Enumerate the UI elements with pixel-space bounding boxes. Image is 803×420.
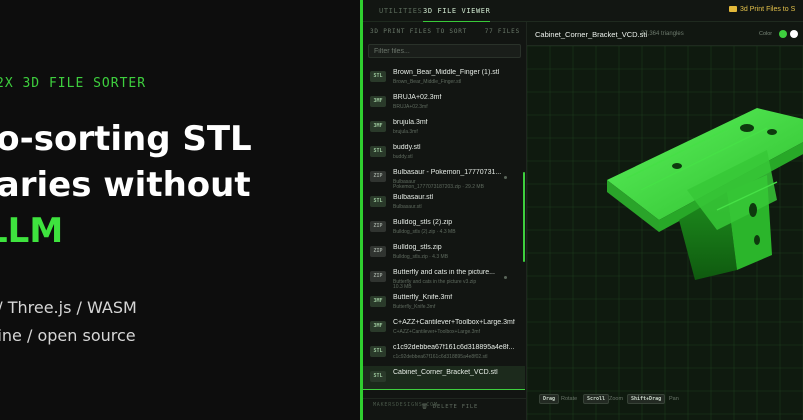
file-type-badge: 3MF: [370, 121, 386, 132]
headline-accent: LLM: [0, 208, 252, 254]
bracket-hole: [749, 203, 757, 217]
file-sidebar: 3D PRINT FILES TO SORT 77 FILES STL Brown…: [363, 22, 527, 420]
filter-input[interactable]: [368, 44, 521, 58]
scroll-key: Scroll: [583, 394, 610, 404]
file-subtitle: Butterfly_Knife.3mf: [393, 304, 436, 310]
file-name: buddy.stl: [393, 144, 421, 151]
file-type-badge: STL: [370, 71, 386, 82]
file-type-badge: STL: [370, 346, 386, 357]
color-swatch-green[interactable]: [779, 30, 787, 38]
file-list-item[interactable]: 3MF brujula.3mf brujula.3mf: [363, 116, 525, 140]
file-type-badge: 3MF: [370, 296, 386, 307]
bracket-hole: [767, 129, 777, 135]
file-name: Brown_Bear_Middle_Finger (1).stl: [393, 69, 500, 76]
file-count: 77 FILES: [484, 28, 520, 35]
file-list-item[interactable]: STL Bulbasaur.stl Bulbasaur.stl: [363, 191, 525, 215]
tech-line-2: ffline / open source: [0, 326, 136, 345]
file-type-badge: STL: [370, 146, 386, 157]
file-type-badge: 3MF: [370, 321, 386, 332]
file-type-badge: ZIP: [370, 171, 386, 182]
delete-label: DELETE FILE: [432, 404, 479, 410]
file-type-badge: STL: [370, 371, 386, 382]
headline-line-2: raries without: [0, 165, 251, 205]
hero-tech-stack: n / Three.js / WASM ffline / open source: [0, 294, 137, 350]
top-bar: UTILITIES 3D FILE VIEWER 3d Print Files …: [363, 0, 803, 23]
file-list-item[interactable]: 3MF C+AZZ+Cantilever+Toolbox+Large.3mf C+A…: [363, 316, 525, 340]
bracket-hole: [754, 235, 760, 245]
file-name: Cabinet_Corner_Bracket_VCD.stl: [393, 369, 498, 376]
bracket-model: [607, 108, 803, 280]
file-name: Butterfly_Knife.3mf: [393, 294, 453, 301]
file-type-badge: 3MF: [370, 96, 386, 107]
triangle-count: 37,364 triangles: [641, 31, 684, 37]
file-name: Bulldog_stls.zip: [393, 244, 442, 251]
file-subtitle: buddy.stl: [393, 154, 413, 160]
file-name: brujula.3mf: [393, 119, 428, 126]
file-name: Butterfly and cats in the picture...: [393, 269, 495, 276]
file-list-item[interactable]: 3MF Butterfly_Knife.3mf Butterfly_Knife.3m…: [363, 291, 525, 315]
file-type-badge: ZIP: [370, 271, 386, 282]
file-list-item[interactable]: STL buddy.stl buddy.stl: [363, 141, 525, 165]
file-subtitle: C+AZZ+Cantilever+Toolbox+Large.3mf: [393, 329, 480, 335]
bracket-hole: [740, 124, 754, 132]
viewer-header: Cabinet_Corner_Bracket_VCD.stl 37,364 tr…: [527, 22, 803, 46]
file-name: Bulldog_stls (2).zip: [393, 219, 453, 226]
file-name: BRUJA+02.3mf: [393, 94, 442, 101]
drag-key: Drag: [539, 394, 560, 404]
file-list-item[interactable]: ZIP Bulbasaur - Pokemon_17770731... Bulbas…: [363, 166, 525, 190]
file-type-badge: STL: [370, 196, 386, 207]
color-swatch-white[interactable]: [790, 30, 798, 38]
file-subtitle: Bulldog_stls.zip · 4.3 MB: [393, 254, 449, 260]
model-viewer[interactable]: Cabinet_Corner_Bracket_VCD.stl 37,364 tr…: [527, 22, 803, 420]
file-size: 10.3 MB: [393, 284, 412, 290]
viewer-file-title: Cabinet_Corner_Bracket_VCD.stl: [535, 30, 648, 39]
file-list-item[interactable]: ZIP Bulldog_stls.zip Bulldog_stls.zip · 4.…: [363, 241, 525, 265]
file-list-item[interactable]: ZIP Butterfly and cats in the picture... B…: [363, 266, 525, 290]
file-name: Bulbasaur.stl: [393, 194, 434, 201]
hero-eyebrow: 2X 3D FILE SORTER: [0, 76, 147, 91]
folder-icon: [729, 6, 737, 12]
file-list-item[interactable]: STL Cabinet_Corner_Bracket_VCD.stl: [363, 366, 525, 390]
folder-label: 3d Print Files to S: [740, 6, 796, 13]
file-list-item[interactable]: ZIP Bulldog_stls (2).zip Bulldog_stls (2).…: [363, 216, 525, 240]
file-name: Bulbasaur - Pokemon_17770731...: [393, 169, 502, 176]
hero-headline: to-sorting STL raries without LLM: [0, 116, 252, 254]
color-label: Color: [759, 31, 773, 37]
accent-text: LLM: [0, 211, 64, 251]
file-subtitle: Bulbasaur.stl: [393, 204, 422, 210]
file-list-item[interactable]: STL Brown_Bear_Middle_Finger (1).stl Brown…: [363, 66, 525, 90]
shift-drag-action: Pan: [669, 396, 679, 402]
tab-utilities[interactable]: UTILITIES: [379, 7, 422, 15]
app-window: UTILITIES 3D FILE VIEWER 3d Print Files …: [363, 0, 803, 420]
tab-3d-file-viewer[interactable]: 3D FILE VIEWER: [423, 7, 491, 23]
file-subtitle: c1c92debbea67f161c6d318895a4e8f02.stl: [393, 354, 488, 360]
file-subtitle: Bulldog_stls (2).zip · 4.3 MB: [393, 229, 456, 235]
delete-file-button[interactable]: 🗑 DELETE FILE: [421, 404, 478, 410]
tech-line-1: n / Three.js / WASM: [0, 298, 137, 317]
file-size: Pokemon_1777073187203.zip · 29.2 MB: [393, 184, 484, 190]
file-type-badge: ZIP: [370, 246, 386, 257]
trash-icon: 🗑: [421, 404, 429, 410]
file-subtitle: Brown_Bear_Middle_Finger.stl: [393, 79, 462, 85]
status-dot: [504, 276, 507, 279]
headline-line-1: to-sorting STL: [0, 119, 252, 159]
status-dot: [504, 176, 507, 179]
hero-panel: 2X 3D FILE SORTER to-sorting STL raries …: [0, 0, 360, 420]
file-type-badge: ZIP: [370, 221, 386, 232]
file-name: C+AZZ+Cantilever+Toolbox+Large.3mf: [393, 319, 515, 326]
drag-action: Rotate: [561, 396, 578, 402]
sidebar-header: 3D PRINT FILES TO SORT 77 FILES: [370, 28, 520, 35]
file-list: STL Brown_Bear_Middle_Finger (1).stl Brown…: [363, 60, 525, 398]
file-list-item[interactable]: 3MF BRUJA+02.3mf BRUJA+02.3mf: [363, 91, 525, 115]
file-list-scrollbar[interactable]: [523, 172, 525, 262]
file-list-item[interactable]: STL c1c92debbea67f161c6d318895a4e8f... c1c…: [363, 341, 525, 365]
file-subtitle: brujula.3mf: [393, 129, 418, 135]
shift-drag-key: Shift+Drag: [627, 394, 666, 404]
file-name: c1c92debbea67f161c6d318895a4e8f...: [393, 344, 515, 351]
scroll-action: Zoom: [609, 396, 624, 402]
bracket-hole: [672, 163, 682, 169]
folder-selector[interactable]: 3d Print Files to S: [729, 6, 795, 18]
file-subtitle: BRUJA+02.3mf: [393, 104, 428, 110]
sidebar-heading: 3D PRINT FILES TO SORT: [370, 28, 468, 35]
